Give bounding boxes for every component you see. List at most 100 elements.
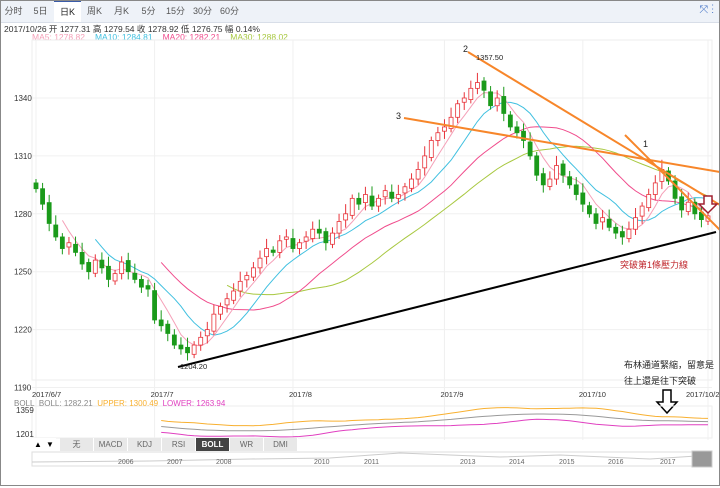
navigator-year: 2011: [364, 459, 379, 466]
candle-body: [119, 261, 125, 275]
candle-body: [323, 231, 329, 244]
candle-body: [185, 346, 190, 354]
boll-upper: UPPER: 1300.49: [97, 399, 159, 408]
candle-body: [501, 96, 507, 114]
support-line: [177, 231, 717, 368]
navigator-year: 2006: [118, 459, 134, 466]
candle-body: [152, 290, 157, 321]
candle-body: [132, 272, 138, 280]
candle-body: [297, 242, 302, 249]
candle-body: [540, 173, 546, 186]
candle-body: [389, 191, 395, 199]
boll-legend: BOLL BOLL: 1282.21 UPPER: 1300.49 LOWER:…: [14, 399, 225, 408]
candle-body: [626, 228, 632, 239]
navigator-year: 2008: [216, 459, 232, 466]
candle-body: [211, 313, 217, 332]
candle-body: [106, 265, 111, 280]
y-tick-label: 1340: [14, 94, 32, 103]
candle-body: [277, 240, 283, 253]
candle-body: [442, 126, 447, 132]
candle-body: [534, 155, 540, 176]
candle-body: [218, 306, 223, 315]
label-3: 3: [396, 111, 402, 121]
y-tick-label: 1220: [14, 326, 32, 335]
indicator-tab-2[interactable]: KDJ: [128, 438, 162, 451]
candle-body: [652, 182, 658, 195]
candle-body: [53, 224, 59, 238]
candle-body: [580, 192, 586, 205]
candle-body: [494, 97, 500, 107]
candle-body: [356, 197, 362, 205]
candle-body: [613, 226, 619, 234]
candle-body: [86, 262, 92, 273]
indicator-tab-6[interactable]: DMI: [264, 438, 298, 451]
candle-body: [461, 97, 467, 103]
boll-frame: [31, 405, 713, 439]
scroll-down-button[interactable]: ▼: [44, 438, 56, 451]
candle-body: [66, 242, 72, 248]
x-tick-label: 2017/6/7: [32, 390, 61, 399]
candle-body: [619, 231, 625, 238]
boll-lower: LOWER: 1263.94: [162, 399, 226, 408]
label-1: 1: [643, 139, 649, 149]
navigator-year: 2013: [460, 459, 476, 466]
candle-body: [415, 169, 421, 180]
plot-frame: [31, 39, 713, 381]
candle-body: [527, 141, 533, 157]
candle-body: [395, 194, 401, 199]
candle-body: [33, 182, 39, 190]
candle-body: [468, 87, 474, 100]
candle-body: [600, 217, 605, 223]
x-tick-label: 2017/9: [440, 390, 463, 399]
candle-body: [224, 298, 230, 306]
candle-body: [435, 132, 441, 141]
candle-body: [244, 275, 250, 281]
candle-body: [481, 80, 487, 91]
candle-body: [382, 190, 388, 198]
x-tick-label: 2017/7: [151, 390, 174, 399]
indicator-tab-5[interactable]: WR: [230, 438, 264, 451]
indicator-tab-0[interactable]: 无: [60, 438, 94, 451]
candle-body: [198, 336, 204, 346]
candle-body: [145, 285, 151, 290]
candle-body: [310, 228, 316, 239]
candle-body: [237, 280, 243, 292]
candle-body: [679, 196, 685, 211]
candle-body: [685, 201, 691, 212]
y-tick-label: 1310: [14, 152, 32, 161]
candle-body: [79, 251, 85, 265]
candle-body: [349, 197, 355, 216]
boll-note-1: 布林通道緊縮，留意是: [624, 360, 715, 370]
candle-body: [560, 163, 566, 176]
indicator-tab-1[interactable]: MACD: [94, 438, 128, 451]
candle-body: [593, 213, 599, 224]
window-border: [0, 0, 720, 486]
indicator-tab-3[interactable]: RSI: [162, 438, 196, 451]
price-chart[interactable]: 1340 1310 1280 1250 1220 11902017/6/7 2017/7 20…: [0, 0, 720, 488]
boll-mid: BOLL: 1282.21: [38, 399, 93, 408]
y-tick-label: 1190: [14, 384, 32, 393]
resistance-line-1: [624, 134, 720, 231]
candle-body: [514, 126, 520, 134]
down-arrow-icon: [655, 389, 679, 415]
candle-body: [547, 178, 553, 187]
candle-body: [191, 344, 197, 355]
peak-value: 1357.50: [476, 53, 504, 62]
indicator-tab-4[interactable]: BOLL: [196, 438, 230, 451]
candle-body: [369, 195, 375, 207]
candle-body: [402, 186, 408, 194]
resistance-line-2: [467, 51, 720, 206]
candle-body: [488, 91, 493, 107]
candle-body: [125, 260, 131, 273]
navigator-year: 2015: [559, 459, 575, 466]
navigator-handle[interactable]: [691, 450, 713, 468]
candle-body: [428, 140, 434, 158]
candle-body: [270, 249, 276, 253]
x-tick-label: 2017/10/26: [686, 390, 720, 399]
navigator-year: 2016: [608, 459, 624, 466]
candle-body: [112, 273, 118, 282]
candle-body: [178, 344, 184, 350]
scroll-up-button[interactable]: ▲: [32, 438, 44, 451]
candle-body: [171, 334, 177, 346]
candle-body: [633, 217, 638, 230]
